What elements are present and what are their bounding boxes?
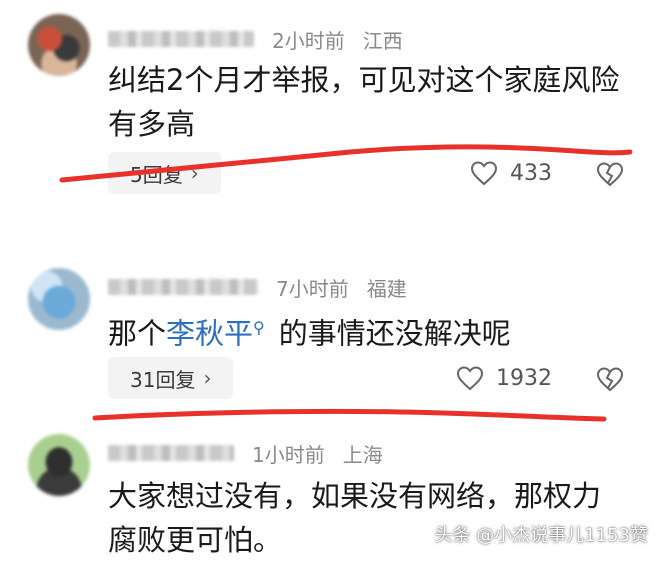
red-underline-2: [92, 408, 607, 422]
watermark: 头条 @小杰说事儿1153赞: [434, 525, 648, 546]
annotation-strokes: [59, 144, 633, 422]
red-underline-1: [59, 144, 633, 183]
